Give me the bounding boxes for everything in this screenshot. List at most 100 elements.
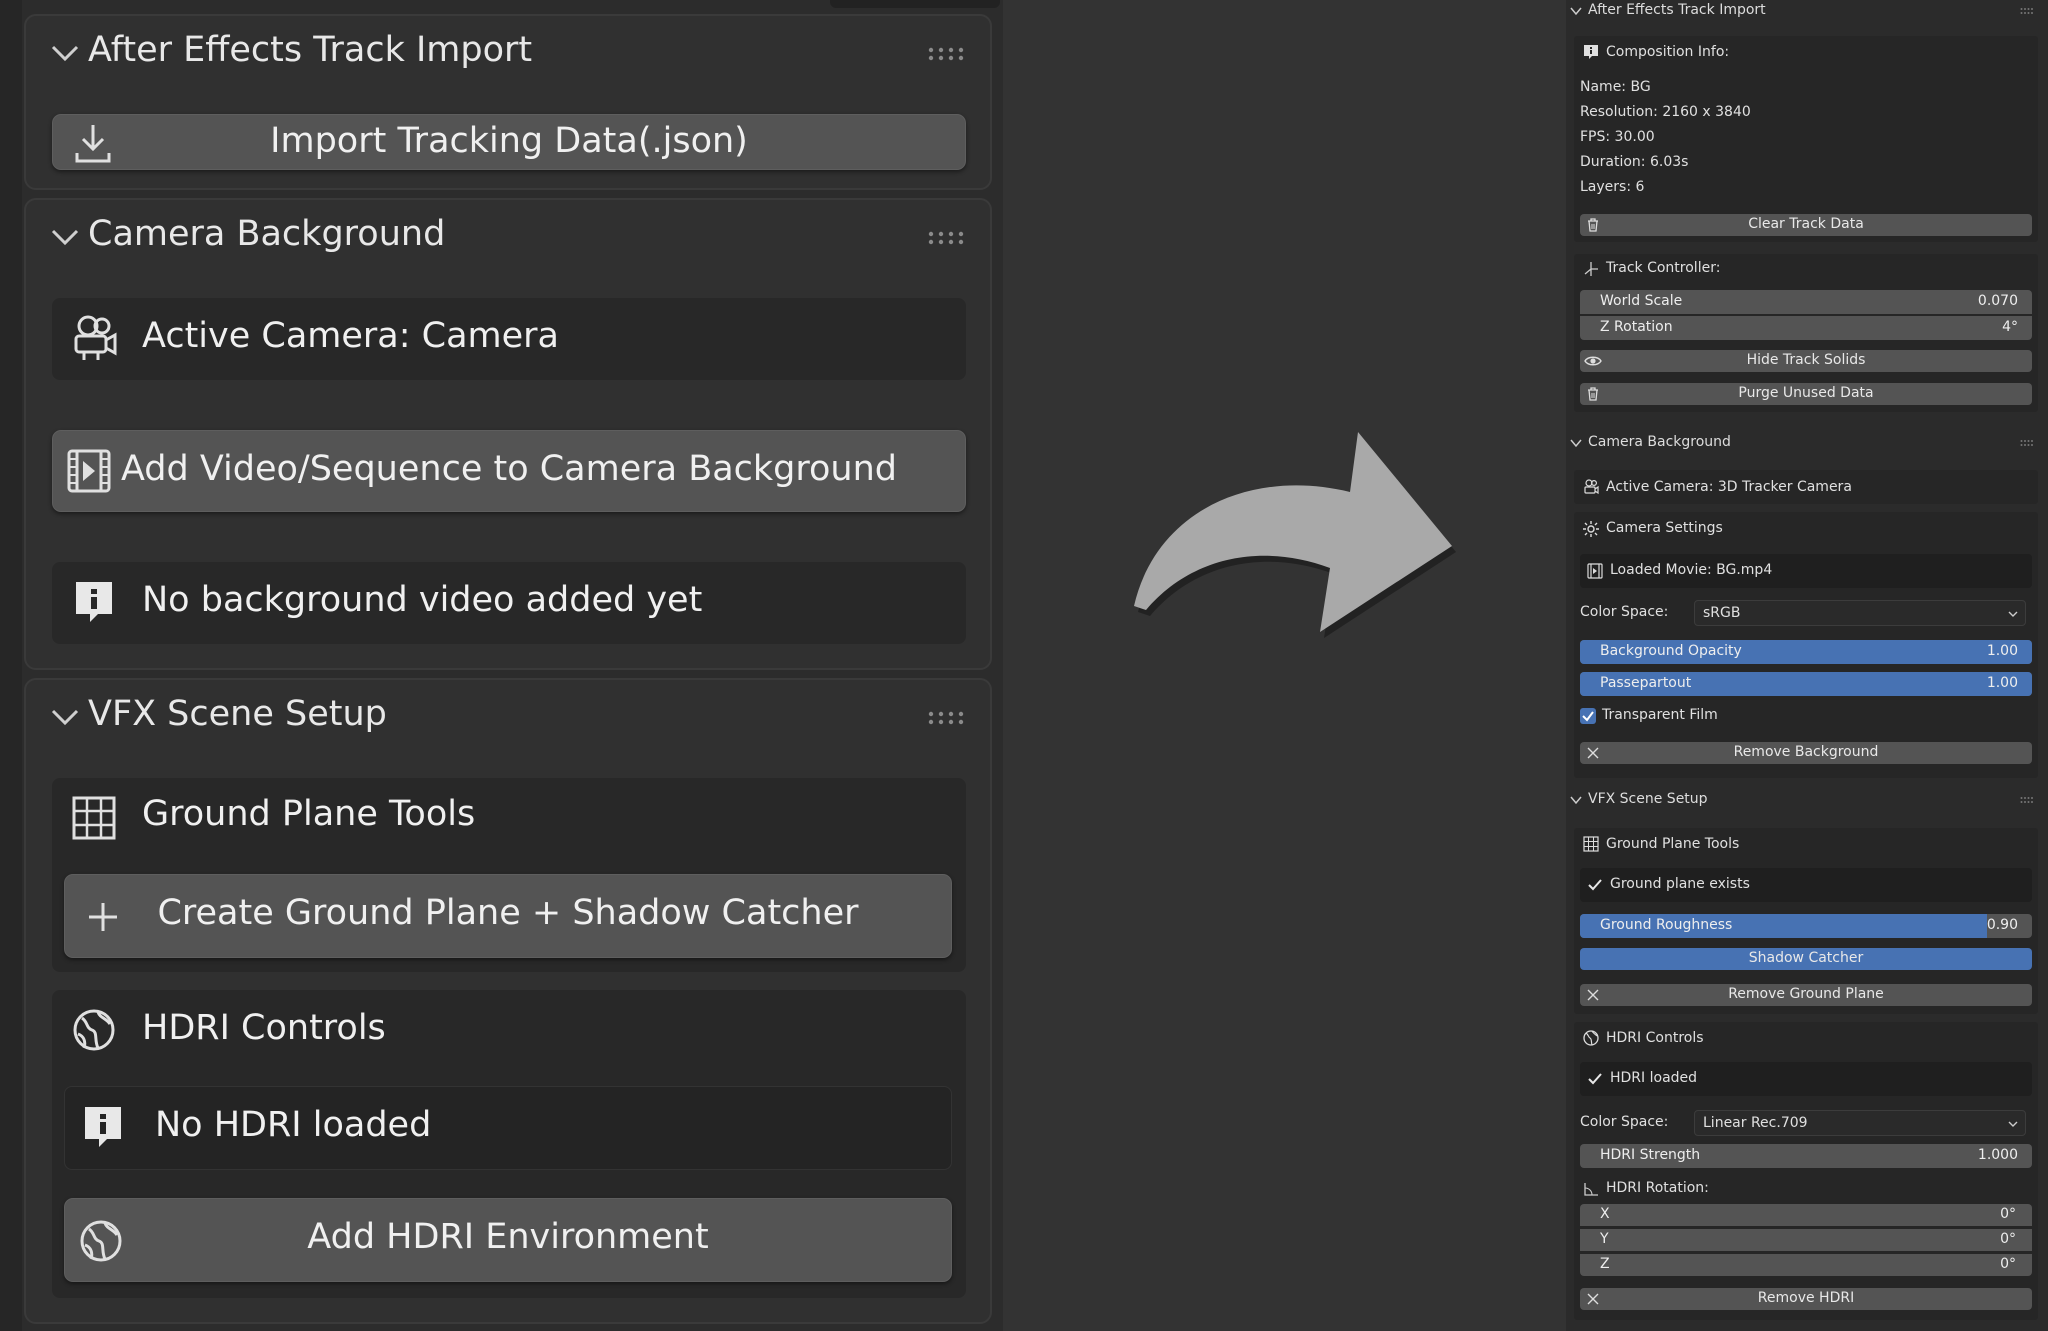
comp-duration: Duration: 6.03s	[1580, 154, 1689, 170]
import-tracking-data-button[interactable]: Import Tracking Data(.json)	[52, 114, 966, 170]
field-value: 0.90	[1986, 917, 2018, 933]
grid-icon	[1583, 836, 1599, 852]
field-label: Z	[1600, 1256, 1610, 1272]
hide-track-solids-button[interactable]: Hide Track Solids	[1580, 350, 2032, 372]
field-value: 0°	[2000, 1231, 2016, 1247]
rotation-x-field[interactable]: X 0°	[1580, 1204, 2032, 1226]
field-label: Background Opacity	[1600, 643, 1742, 659]
button-label: Add HDRI Environment	[307, 1217, 709, 1257]
field-value: 1.000	[1977, 1147, 2018, 1163]
vfx-panel-header[interactable]: VFX Scene Setup	[26, 680, 990, 756]
select-value: Linear Rec.709	[1703, 1115, 1808, 1131]
info-icon	[1584, 45, 1598, 59]
rotation-angle-icon	[1584, 1183, 1598, 1196]
field-value: 0°	[2000, 1206, 2016, 1222]
drag-grip-icon[interactable]	[2020, 7, 2034, 15]
transparent-film-checkbox[interactable]	[1580, 708, 1596, 724]
passepartout-slider[interactable]: Passepartout 1.00	[1580, 672, 2032, 696]
field-value: 1.00	[1986, 643, 2018, 659]
field-value: 1.00	[1986, 675, 2018, 691]
field-value: 4°	[2002, 319, 2018, 335]
ae-panel-header[interactable]: After Effects Track Import	[26, 16, 990, 92]
transparent-film-label: Transparent Film	[1602, 707, 1718, 723]
remove-ground-plane-button[interactable]: Remove Ground Plane	[1580, 984, 2032, 1006]
film-icon	[1587, 563, 1603, 579]
world-icon	[73, 1009, 115, 1051]
panel-title: VFX Scene Setup	[88, 694, 387, 734]
chevron-down-icon[interactable]	[1570, 794, 1582, 806]
chevron-down-icon[interactable]	[1570, 437, 1582, 449]
world-scale-field[interactable]: World Scale 0.070	[1580, 290, 2032, 314]
chevron-down-icon[interactable]	[1570, 5, 1582, 17]
grid-icon	[72, 796, 116, 840]
hdri-color-space-label: Color Space:	[1580, 1114, 1669, 1130]
hdri-color-space-select[interactable]: Linear Rec.709	[1694, 1110, 2026, 1136]
no-hdri-label: No HDRI loaded	[155, 1105, 432, 1145]
button-label: Remove Background	[1733, 744, 1879, 760]
field-value: 0.070	[1977, 293, 2018, 309]
camera-panel-header[interactable]: Camera Background	[26, 200, 990, 276]
hdri-loaded-label: HDRI loaded	[1610, 1070, 1698, 1086]
ground-plane-tools-label: Ground Plane Tools	[1606, 836, 1740, 852]
redo-arrow-icon	[1134, 432, 1456, 638]
color-space-select[interactable]: sRGB	[1694, 600, 2026, 626]
rotation-y-field[interactable]: Y 0°	[1580, 1229, 2032, 1251]
select-value: sRGB	[1703, 605, 1741, 621]
checkmark-icon	[1582, 711, 1594, 722]
panel-title: After Effects Track Import	[88, 30, 533, 70]
shadow-catcher-toggle[interactable]: Shadow Catcher	[1580, 948, 2032, 970]
camera-settings-box: Camera Settings Loaded Movie: BG.mp4 Col…	[1574, 512, 2038, 778]
purge-unused-data-button[interactable]: Purge Unused Data	[1580, 383, 2032, 405]
comp-fps: FPS: 30.00	[1580, 129, 1655, 145]
chevron-down-icon[interactable]	[50, 38, 80, 68]
comp-layers: Layers: 6	[1580, 179, 1645, 195]
color-space-label: Color Space:	[1580, 604, 1669, 620]
checkmark-icon	[1588, 879, 1602, 891]
drag-grip-icon[interactable]	[928, 710, 964, 726]
ground-plane-tools-label: Ground Plane Tools	[142, 794, 476, 834]
no-hdri-info-row: No HDRI loaded	[64, 1086, 952, 1170]
track-controller-label: Track Controller:	[1606, 260, 1721, 276]
button-label: Hide Track Solids	[1746, 352, 1866, 368]
no-video-info-row: No background video added yet	[52, 562, 966, 644]
z-rotation-field[interactable]: Z Rotation 4°	[1580, 316, 2032, 340]
vfx-panel-header[interactable]: VFX Scene Setup	[1566, 789, 2042, 811]
ground-exists-label: Ground plane exists	[1610, 876, 1750, 892]
button-label: Remove HDRI	[1757, 1290, 1855, 1306]
add-hdri-environment-button[interactable]: Add HDRI Environment	[64, 1198, 952, 1282]
clear-track-data-button[interactable]: Clear Track Data	[1580, 214, 2032, 236]
zoomed-addon-panel: After Effects Track Import Import Tracki…	[0, 0, 1003, 1331]
hdri-strength-field[interactable]: HDRI Strength 1.000	[1580, 1144, 2032, 1168]
ground-plane-tools-box: Ground Plane Tools Ground plane exists G…	[1574, 828, 2038, 1014]
ground-roughness-slider[interactable]: Ground Roughness 0.90	[1580, 914, 2032, 938]
hdri-controls-label: HDRI Controls	[142, 1008, 386, 1048]
comp-resolution: Resolution: 2160 x 3840	[1580, 104, 1751, 120]
rotation-z-field[interactable]: Z 0°	[1580, 1254, 2032, 1276]
active-camera-label: Active Camera: 3D Tracker Camera	[1606, 479, 1852, 495]
drag-grip-icon[interactable]	[928, 46, 964, 62]
field-label: World Scale	[1600, 293, 1683, 309]
remove-background-button[interactable]: Remove Background	[1580, 742, 2032, 764]
drag-grip-icon[interactable]	[2020, 796, 2034, 804]
panel-title: VFX Scene Setup	[1588, 791, 1708, 807]
chevron-down-icon[interactable]	[50, 222, 80, 252]
panel-title: After Effects Track Import	[1588, 2, 1766, 18]
checkmark-icon	[1588, 1073, 1602, 1085]
ae-track-import-panel: After Effects Track Import Import Tracki…	[24, 14, 992, 190]
chevron-down-icon	[2008, 1121, 2018, 1127]
camera-panel-header[interactable]: Camera Background	[1566, 432, 2042, 454]
chevron-down-icon[interactable]	[50, 702, 80, 732]
info-icon	[85, 1107, 121, 1147]
drag-grip-icon[interactable]	[2020, 439, 2034, 447]
field-label: X	[1600, 1206, 1610, 1222]
drag-grip-icon[interactable]	[928, 230, 964, 246]
remove-hdri-button[interactable]: Remove HDRI	[1580, 1288, 2032, 1310]
panel-title: Camera Background	[88, 214, 446, 254]
field-label: Z Rotation	[1600, 319, 1673, 335]
background-opacity-slider[interactable]: Background Opacity 1.00	[1580, 640, 2032, 664]
button-label: Import Tracking Data(.json)	[270, 121, 748, 161]
add-video-sequence-button[interactable]: Add Video/Sequence to Camera Background	[52, 430, 966, 512]
ae-panel-header[interactable]: After Effects Track Import	[1566, 0, 2042, 22]
hdri-status-row: HDRI loaded	[1580, 1062, 2032, 1096]
create-ground-plane-button[interactable]: Create Ground Plane + Shadow Catcher	[64, 874, 952, 958]
